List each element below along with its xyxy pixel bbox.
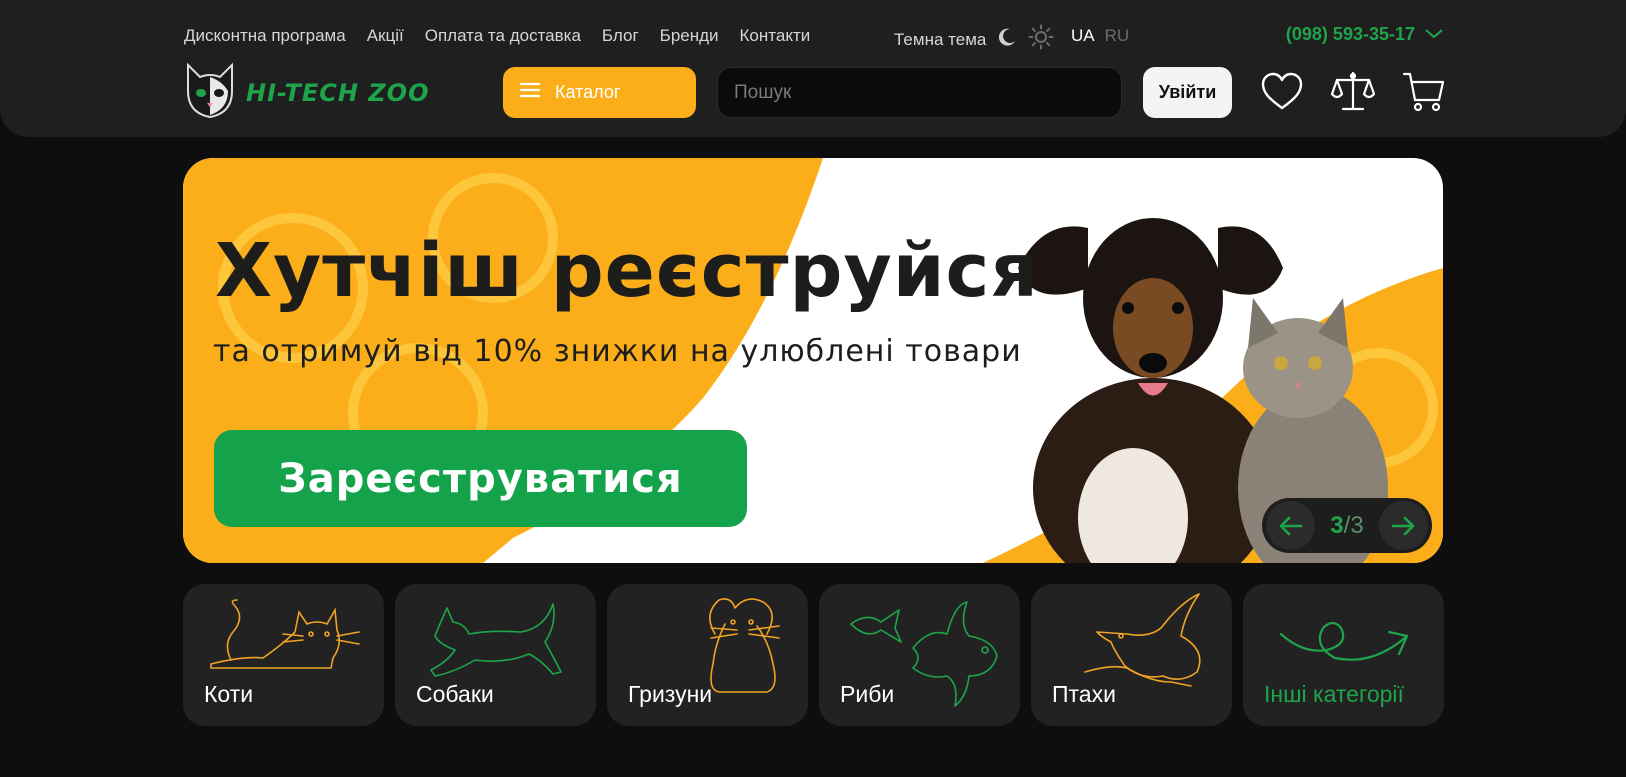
promo-banner[interactable]: Хутчіш реєструйся та отримуй від 10% зни… xyxy=(183,158,1443,563)
language-switcher: UA RU xyxy=(1071,26,1129,46)
category-rodents[interactable]: Гризуни xyxy=(607,584,808,726)
site-logo[interactable]: HI-TECH ZOO xyxy=(184,61,429,124)
logo-text: HI-TECH ZOO xyxy=(246,78,430,107)
nav-link-payment-delivery[interactable]: Оплата та доставка xyxy=(425,26,581,46)
category-other[interactable]: Інші категорії xyxy=(1243,584,1444,726)
register-button[interactable]: Зареєструватися xyxy=(214,430,747,527)
phone-dropdown[interactable]: (098) 593-35-17 xyxy=(1286,24,1443,45)
theme-label: Темна тема xyxy=(894,29,987,49)
category-label: Коти xyxy=(204,681,254,707)
site-header: Дисконтна програма Акції Оплата та доста… xyxy=(0,0,1626,137)
chevron-down-icon xyxy=(1425,24,1443,45)
catalog-label: Каталог xyxy=(555,82,621,102)
category-label: Собаки xyxy=(416,681,494,707)
slide-counter: 3/3 xyxy=(1330,512,1363,540)
arrow-left-icon xyxy=(1279,516,1302,535)
cart-icon[interactable] xyxy=(1402,70,1446,119)
arrow-right-icon xyxy=(1392,516,1415,535)
compare-scales-icon[interactable] xyxy=(1330,70,1376,119)
slide-current: 3 xyxy=(1330,511,1344,539)
category-dogs[interactable]: Собаки xyxy=(395,584,596,726)
category-list: Коти Собаки Гризуни Риби Птахи Інші кате… xyxy=(183,584,1444,726)
cat-logo-icon xyxy=(184,61,236,124)
nav-link-promotions[interactable]: Акції xyxy=(367,26,404,46)
phone-number: (098) 593-35-17 xyxy=(1285,24,1415,44)
nav-link-contacts[interactable]: Контакти xyxy=(740,26,811,46)
heart-icon[interactable] xyxy=(1260,70,1304,119)
menu-icon xyxy=(519,81,541,104)
theme-switcher[interactable]: Темна тема xyxy=(894,24,1054,55)
banner-pager: 3/3 xyxy=(1262,498,1432,553)
category-birds[interactable]: Птахи xyxy=(1031,584,1232,726)
category-label: Гризуни xyxy=(628,681,713,707)
nav-link-brands[interactable]: Бренди xyxy=(660,26,719,46)
slide-total: 3 xyxy=(1350,511,1364,539)
category-cats[interactable]: Коти xyxy=(183,584,384,726)
nav-link-blog[interactable]: Блог xyxy=(602,26,639,46)
category-fish[interactable]: Риби xyxy=(819,584,1020,726)
prev-slide-button[interactable] xyxy=(1266,501,1315,550)
next-slide-button[interactable] xyxy=(1378,501,1428,550)
category-label: Риби xyxy=(840,681,895,707)
category-label: Птахи xyxy=(1052,681,1116,707)
search-box xyxy=(717,67,1122,118)
lang-ru[interactable]: RU xyxy=(1105,26,1130,46)
moon-icon[interactable] xyxy=(996,26,1018,53)
nav-link-discount-program[interactable]: Дисконтна програма xyxy=(184,26,346,46)
category-label: Інші категорії xyxy=(1264,681,1404,707)
banner-title: Хутчіш реєструйся xyxy=(215,228,1039,314)
search-input[interactable] xyxy=(734,81,1105,104)
sun-icon[interactable] xyxy=(1028,24,1054,55)
banner-subtitle: та отримуй від 10% знижки на улюблені то… xyxy=(213,334,1022,369)
login-button[interactable]: Увійти xyxy=(1143,67,1232,118)
lang-ua[interactable]: UA xyxy=(1071,26,1095,46)
top-navigation: Дисконтна програма Акції Оплата та доста… xyxy=(184,26,810,46)
catalog-button[interactable]: Каталог xyxy=(503,67,696,118)
